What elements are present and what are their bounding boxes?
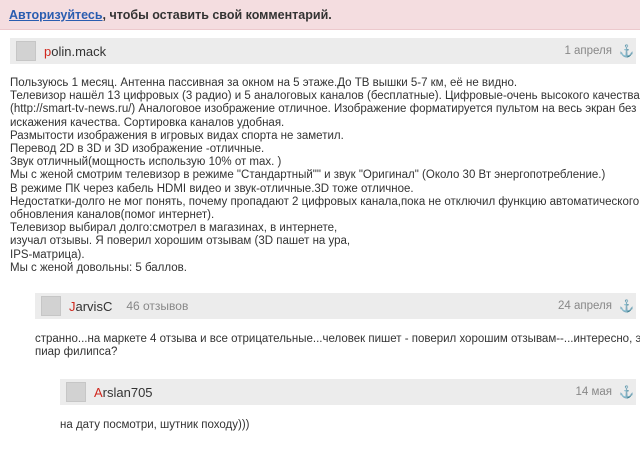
- comment-line: искажения качества. Сортировка каналов у…: [10, 116, 285, 129]
- auth-notice-text: , чтобы оставить свой комментарий.: [102, 8, 332, 22]
- comment-line: (http://smart-tv-news.ru/) Аналоговое из…: [10, 103, 637, 116]
- review-count[interactable]: 46 отзывов: [126, 299, 188, 313]
- comment-line: Телевизор выбирал долго:смотрел в магази…: [10, 222, 338, 235]
- comment-line: изучал отзывы. Я поверил хорошим отзывам…: [10, 235, 351, 248]
- comment-line: обновления каналов(помог интернет).: [10, 209, 215, 222]
- comment-line: странно...на маркете 4 отзыва и все отри…: [35, 333, 640, 345]
- nested-reply-body: на дату посмотри, шутник походу))): [60, 419, 250, 432]
- comment-line: В режиме ПК через кабель HDMI видео и зв…: [10, 182, 414, 195]
- comment-line: Перевод 2D в 3D и 3D изображение -отличн…: [10, 143, 265, 156]
- comment-line: Телевизор нашёл 13 цифровых (3 радио) и …: [10, 90, 640, 103]
- comment-line: IPS-матрица).: [10, 248, 85, 261]
- comment-line: Мы с женой смотрим телевизор в режиме "С…: [10, 169, 606, 182]
- nested-reply-header: Arslan705 14 мая ⚓: [60, 379, 636, 405]
- comment-date: 24 апреля: [558, 300, 612, 312]
- auth-notice: Авторизуйтесь, чтобы оставить свой комме…: [0, 0, 640, 30]
- avatar[interactable]: [66, 382, 86, 402]
- login-link[interactable]: Авторизуйтесь: [9, 8, 103, 22]
- comment-line: Мы с женой довольны: 5 баллов.: [10, 261, 187, 274]
- anchor-icon[interactable]: ⚓: [619, 44, 634, 58]
- comment-line: на дату посмотри, шутник походу))): [60, 419, 250, 431]
- comment-line: Звук отличный(мощность использую 10% от …: [10, 156, 282, 169]
- author-name[interactable]: polin.mack: [44, 44, 106, 59]
- reply-header: JarvisC 46 отзывов 24 апреля ⚓: [35, 293, 636, 319]
- anchor-icon[interactable]: ⚓: [619, 385, 634, 399]
- anchor-icon[interactable]: ⚓: [619, 299, 634, 313]
- comment-line: Размытости изображения в игровых видах с…: [10, 129, 344, 142]
- author-name[interactable]: JarvisC: [69, 299, 112, 314]
- comment-header: polin.mack 1 апреля ⚓: [10, 38, 636, 64]
- comment-body: Пользуюсь 1 месяц. Антенна пассивная за …: [10, 77, 640, 275]
- avatar[interactable]: [16, 41, 36, 61]
- comment-line: Пользуюсь 1 месяц. Антенна пассивная за …: [10, 77, 518, 89]
- comment-date: 1 апреля: [564, 45, 612, 57]
- comment-date: 14 мая: [575, 386, 612, 398]
- avatar[interactable]: [41, 296, 61, 316]
- reply-body: странно...на маркете 4 отзыва и все отри…: [35, 333, 640, 359]
- comment-line: пиар филипса?: [35, 346, 118, 359]
- author-name[interactable]: Arslan705: [94, 385, 153, 400]
- comment-line: Недостатки-долго не мог понять, почему п…: [10, 195, 640, 208]
